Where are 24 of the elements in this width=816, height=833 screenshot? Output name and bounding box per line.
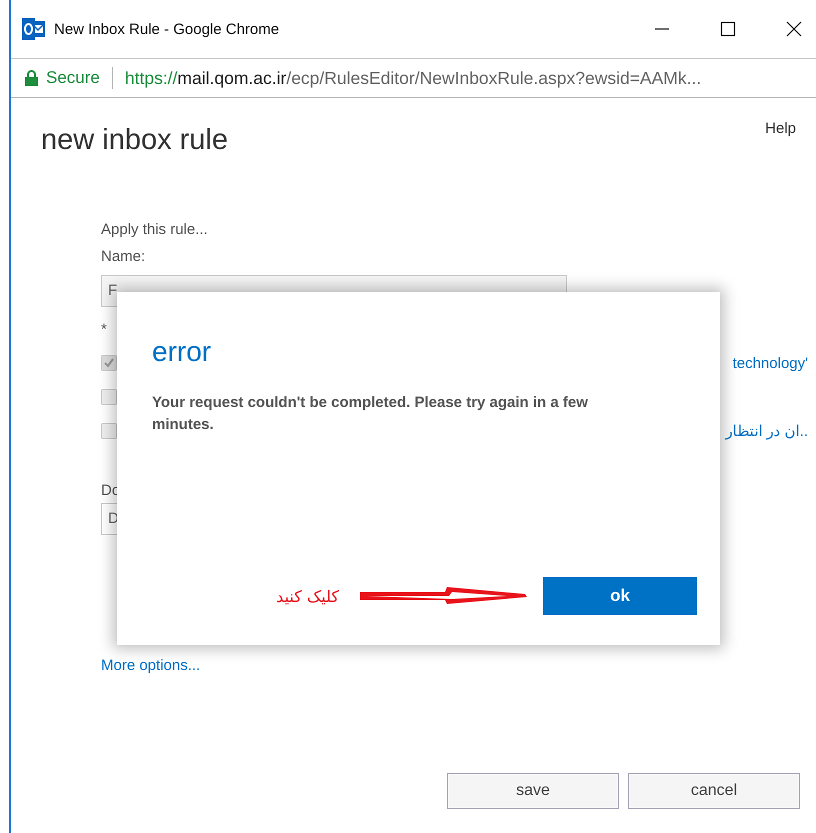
condition-link[interactable]: technology' (732, 354, 808, 372)
maximize-icon[interactable] (720, 21, 736, 37)
close-icon[interactable] (786, 21, 802, 37)
url-text[interactable]: https://mail.qom.ac.ir/ecp/RulesEditor/NewInboxRule.aspx?ewsid=AAMk... (124, 68, 702, 88)
form-intro: Apply this rule... (101, 221, 208, 238)
secure-label: Secure (46, 68, 100, 88)
error-message: Your request couldn't be completed. Please try again in a few minutes. (152, 393, 589, 435)
condition-label: * (101, 321, 107, 338)
checkbox[interactable] (101, 423, 117, 439)
action-button[interactable]: save (447, 773, 619, 809)
window-title: New Inbox Rule - Google Chrome (54, 20, 280, 38)
dialog-title: error (152, 336, 212, 368)
annotation-text: کلیک کنید (276, 586, 339, 606)
action-button[interactable]: cancel (628, 773, 800, 809)
page-title: new inbox rule (41, 124, 228, 157)
app-icon (22, 18, 46, 40)
name-label: Name: (101, 248, 146, 265)
help-link[interactable]: Help (765, 120, 796, 137)
more-options-link[interactable]: More options... (101, 657, 200, 674)
checkbox[interactable] (101, 389, 117, 405)
lock-icon (25, 70, 38, 86)
condition-link[interactable]: ..ان در انتظار (725, 422, 808, 440)
checkbox[interactable] (101, 355, 117, 371)
ok-button[interactable]: ok (543, 577, 697, 615)
